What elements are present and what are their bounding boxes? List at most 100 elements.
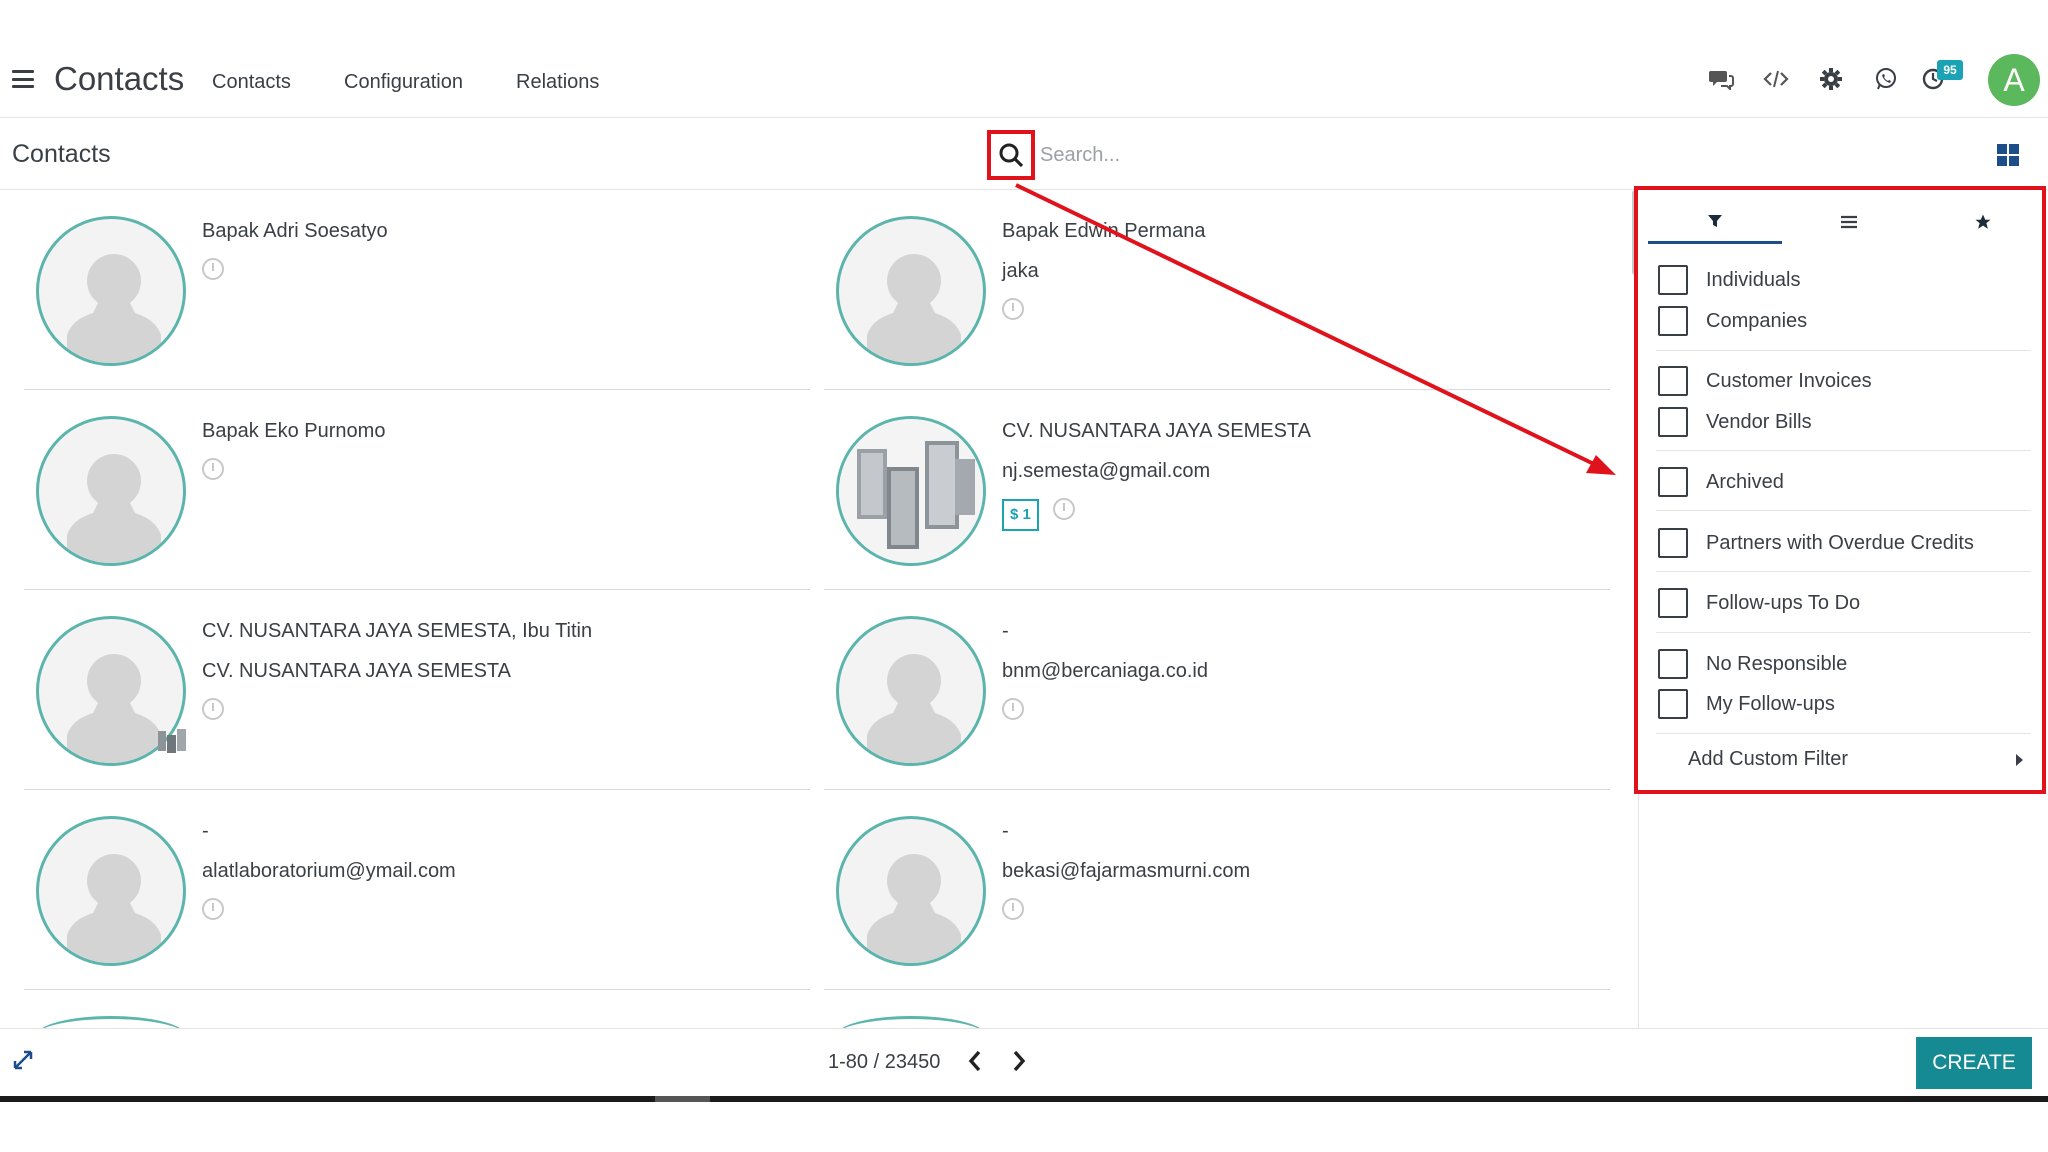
separator: [1656, 450, 2031, 451]
contact-card[interactable]: - bekasi@fajarmasmurni.com: [824, 790, 1610, 990]
contact-detail: jaka: [1002, 260, 1039, 282]
breadcrumb: Contacts: [12, 140, 111, 168]
partial-avatar: [836, 1016, 986, 1028]
activity-clock-icon[interactable]: [202, 698, 224, 720]
checkbox[interactable]: [1658, 366, 1688, 396]
code-icon[interactable]: [1763, 66, 1789, 92]
contact-name: Bapak Adri Soesatyo: [202, 220, 388, 242]
filter-option-customer-invoices[interactable]: Customer Invoices: [1658, 364, 1872, 398]
activity-clock-icon[interactable]: [202, 458, 224, 480]
filter-option-companies[interactable]: Companies: [1658, 304, 1807, 338]
bottom-bar: 1-80 / 23450 CREATE: [0, 1028, 2048, 1096]
contact-card[interactable]: CV. NUSANTARA JAYA SEMESTA nj.semesta@gm…: [824, 390, 1610, 590]
horizontal-scrollbar[interactable]: [0, 1096, 2048, 1102]
scrollbar-thumb[interactable]: [655, 1096, 710, 1102]
filter-icon: [1708, 214, 1722, 227]
separator: [1656, 510, 2031, 511]
nav-relations[interactable]: Relations: [516, 71, 599, 94]
company-buildings-avatar: [836, 416, 986, 566]
nav-contacts[interactable]: Contacts: [212, 71, 291, 94]
person-placeholder-avatar: [36, 816, 186, 966]
tab-group-by[interactable]: [1782, 200, 1916, 244]
activity-clock-icon[interactable]: [202, 258, 224, 280]
whatsapp-icon[interactable]: [1873, 66, 1899, 92]
checkbox[interactable]: [1658, 689, 1688, 719]
person-placeholder-avatar: [36, 216, 186, 366]
contact-card[interactable]: Bapak Eko Purnomo: [24, 390, 810, 590]
checkbox[interactable]: [1658, 407, 1688, 437]
create-button[interactable]: CREATE: [1916, 1037, 2032, 1089]
partial-avatar: [36, 1016, 186, 1028]
contact-name: Bapak Edwin Permana: [1002, 220, 1206, 242]
filter-option-individuals[interactable]: Individuals: [1658, 263, 1801, 297]
filter-option-vendor-bills[interactable]: Vendor Bills: [1658, 405, 1812, 439]
pager-value[interactable]: 1-80 / 23450: [828, 1051, 940, 1074]
separator: [1656, 733, 2031, 734]
activity-clock-icon[interactable]: [1002, 298, 1024, 320]
tab-filters[interactable]: [1648, 200, 1782, 244]
contact-name: -: [1002, 820, 1009, 842]
filter-option-overdue-credits[interactable]: Partners with Overdue Credits: [1658, 526, 1974, 560]
contact-name: Bapak Eko Purnomo: [202, 420, 386, 442]
contact-name: -: [202, 820, 209, 842]
checkbox[interactable]: [1658, 649, 1688, 679]
checkbox[interactable]: [1658, 588, 1688, 618]
chevron-left-icon[interactable]: [964, 1047, 986, 1075]
person-placeholder-avatar: [36, 416, 186, 566]
app-title: Contacts: [54, 60, 185, 97]
contact-card[interactable]: CV. NUSANTARA JAYA SEMESTA, Ibu Titin CV…: [24, 590, 810, 790]
separator: [1656, 571, 2031, 572]
contact-name: -: [1002, 620, 1009, 642]
activity-clock-icon[interactable]: [1002, 698, 1024, 720]
contact-email: nj.semesta@gmail.com: [1002, 460, 1211, 482]
filter-dropdown: Individuals Companies Customer Invoices …: [1634, 186, 2046, 794]
chat-icon[interactable]: [1708, 66, 1734, 92]
checkbox[interactable]: [1658, 528, 1688, 558]
contact-card[interactable]: Bapak Adri Soesatyo: [24, 190, 810, 390]
page: Contacts Contacts Configuration Relation…: [0, 0, 2048, 1152]
chevron-right-icon[interactable]: [1008, 1047, 1030, 1075]
filter-tabs: [1648, 200, 2040, 244]
user-avatar[interactable]: A: [1988, 54, 2040, 106]
checkbox[interactable]: [1658, 306, 1688, 336]
search-icon: [999, 143, 1024, 168]
contact-card[interactable]: - bnm@bercaniaga.co.id: [824, 590, 1610, 790]
contact-card[interactable]: Bapak Edwin Permana jaka: [824, 190, 1610, 390]
separator: [1656, 632, 2031, 633]
expand-icon[interactable]: [12, 1049, 34, 1071]
invoice-tag: $ 1: [1002, 498, 1039, 531]
contact-card[interactable]: - alatlaboratorium@ymail.com: [24, 790, 810, 990]
search-input[interactable]: [1040, 138, 1460, 172]
person-placeholder-avatar: [836, 216, 986, 366]
checkbox[interactable]: [1658, 467, 1688, 497]
company-logo-icon: [158, 729, 186, 753]
kanban-view: Bapak Adri Soesatyo Bapak Edwin Permana …: [0, 190, 1636, 1028]
favorites-star-icon: [1975, 214, 1991, 229]
kanban-view-icon[interactable]: [1997, 144, 2019, 166]
group-by-icon: [1841, 215, 1857, 229]
nav-configuration[interactable]: Configuration: [344, 71, 463, 94]
add-custom-filter[interactable]: Add Custom Filter: [1688, 748, 1848, 771]
separator: [1656, 350, 2031, 351]
activity-clock-icon[interactable]: [1052, 498, 1075, 520]
filter-option-archived[interactable]: Archived: [1658, 465, 1784, 499]
contact-name: CV. NUSANTARA JAYA SEMESTA, Ibu Titin: [202, 620, 593, 642]
filter-option-no-responsible[interactable]: No Responsible: [1658, 647, 1847, 681]
search-button[interactable]: [987, 130, 1035, 180]
activity-clock-icon[interactable]: [1002, 898, 1024, 920]
contact-email: alatlaboratorium@ymail.com: [202, 860, 456, 882]
menu-hamburger-icon[interactable]: [12, 70, 34, 88]
control-panel: Contacts: [0, 118, 2048, 190]
activity-clock-icon[interactable]: [202, 898, 224, 920]
checkbox[interactable]: [1658, 265, 1688, 295]
notification-badge: 95: [1937, 60, 1963, 80]
contact-name: CV. NUSANTARA JAYA SEMESTA: [1002, 420, 1311, 442]
gear-icon[interactable]: [1818, 66, 1844, 92]
caret-right-icon[interactable]: [2016, 754, 2023, 766]
tab-favorites[interactable]: [1916, 200, 2048, 244]
contact-email: bekasi@fajarmasmurni.com: [1002, 860, 1251, 882]
contact-email: bnm@bercaniaga.co.id: [1002, 660, 1208, 682]
filter-option-my-followups[interactable]: My Follow-ups: [1658, 687, 1835, 721]
person-placeholder-avatar: [836, 816, 986, 966]
filter-option-followups-todo[interactable]: Follow-ups To Do: [1658, 586, 1860, 620]
